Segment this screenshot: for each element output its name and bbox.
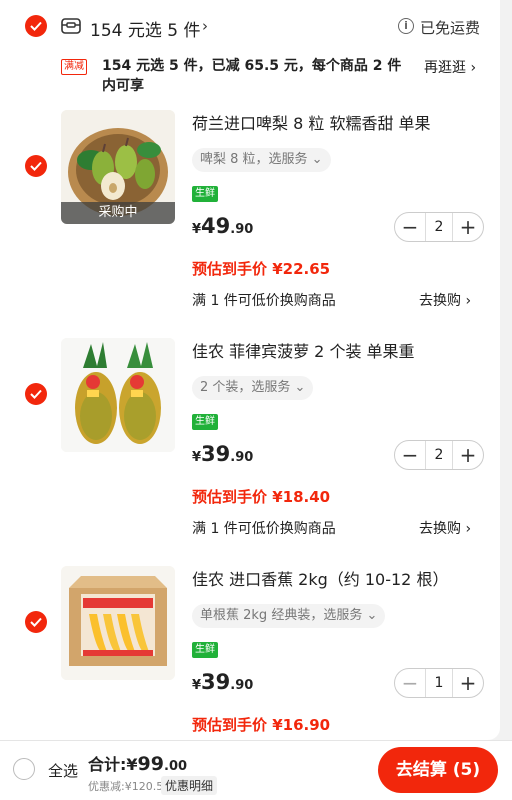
browse-more-link[interactable]: 再逛逛 › bbox=[424, 57, 476, 77]
select-all-checkbox[interactable] bbox=[13, 758, 35, 780]
product-title[interactable]: 荷兰进口啤梨 8 粒 软糯香甜 单果 bbox=[192, 110, 431, 134]
price: ¥49.90 bbox=[192, 214, 253, 238]
product-image-pineapple[interactable] bbox=[61, 338, 175, 452]
check-icon bbox=[30, 389, 42, 399]
checkout-button[interactable]: 去结算 (5) bbox=[378, 747, 498, 793]
quantity-stepper: − 1 + bbox=[394, 668, 484, 698]
product-title[interactable]: 佳农 菲律宾菠萝 2 个装 单果重 bbox=[192, 338, 415, 362]
total-symbol: ¥ bbox=[126, 755, 138, 774]
quantity-value[interactable]: 2 bbox=[425, 441, 453, 469]
plus-button[interactable]: + bbox=[453, 213, 483, 241]
price-symbol: ¥ bbox=[192, 222, 202, 237]
pineapple-image bbox=[61, 338, 175, 452]
price-integer: 39 bbox=[201, 670, 231, 694]
estimated-price: 预估到手价 ¥16.90 bbox=[192, 716, 331, 734]
purchasing-badge: 采购中 bbox=[61, 202, 175, 224]
estimated-price: 预估到手价 ¥18.40 bbox=[192, 488, 331, 506]
price: ¥39.90 bbox=[192, 670, 253, 694]
promo-tag: 满减 bbox=[61, 59, 87, 75]
price-decimal: .90 bbox=[230, 222, 254, 237]
quantity-stepper: − 2 + bbox=[394, 440, 484, 470]
quantity-value[interactable]: 1 bbox=[425, 669, 453, 697]
quantity-value[interactable]: 2 bbox=[425, 213, 453, 241]
promo-text: 154 元选 5 件，已减 65.5 元，每个商品 2 件内可享 bbox=[102, 58, 402, 94]
total-decimal: .00 bbox=[164, 759, 188, 774]
fresh-tag: 生鲜 bbox=[192, 414, 218, 430]
cart-item-pear: 采购中 荷兰进口啤梨 8 粒 软糯香甜 单果 啤梨 8 粒，选服务 ⌄ 生鲜 ¥… bbox=[0, 110, 500, 338]
select-all-label[interactable]: 全选 bbox=[48, 760, 78, 781]
shop-header: 154 元选 5 件 › i 已免运费 bbox=[0, 10, 500, 44]
info-icon[interactable]: i bbox=[398, 18, 414, 34]
minus-button[interactable]: − bbox=[395, 669, 425, 697]
discount-amount: 优惠减:¥120.50 bbox=[88, 780, 171, 793]
minus-button[interactable]: − bbox=[395, 441, 425, 469]
item-checkbox[interactable] bbox=[25, 155, 47, 177]
total-price: 合计:¥99.00 bbox=[88, 751, 187, 775]
trade-in-link[interactable]: 去换购 › bbox=[419, 290, 471, 310]
price-integer: 39 bbox=[201, 442, 231, 466]
price: ¥39.90 bbox=[192, 442, 253, 466]
cart-item-pineapple: 佳农 菲律宾菠萝 2 个装 单果重 2 个装，选服务 ⌄ 生鲜 ¥39.90 −… bbox=[0, 338, 500, 566]
spec-selector[interactable]: 啤梨 8 粒，选服务 ⌄ bbox=[192, 148, 331, 172]
discount-detail-button[interactable]: 优惠明细 bbox=[161, 776, 218, 795]
plus-button[interactable]: + bbox=[453, 669, 483, 697]
check-icon bbox=[30, 21, 42, 31]
banana-image bbox=[61, 566, 175, 680]
chevron-right-icon[interactable]: › bbox=[202, 17, 208, 35]
price-symbol: ¥ bbox=[192, 678, 202, 693]
trade-in-text: 满 1 件可低价换购商品 bbox=[192, 293, 336, 309]
spec-selector[interactable]: 2 个装，选服务 ⌄ bbox=[192, 376, 314, 400]
total-integer: 99 bbox=[137, 753, 164, 775]
cart-card: 154 元选 5 件 › i 已免运费 满减 154 元选 5 件，已减 65.… bbox=[0, 0, 500, 740]
shop-checkbox[interactable] bbox=[25, 15, 47, 37]
item-checkbox[interactable] bbox=[25, 383, 47, 405]
price-symbol: ¥ bbox=[192, 450, 202, 465]
product-image-pear[interactable]: 采购中 bbox=[61, 110, 175, 224]
fresh-tag: 生鲜 bbox=[192, 186, 218, 202]
shop-title[interactable]: 154 元选 5 件 bbox=[90, 16, 200, 41]
product-title[interactable]: 佳农 进口香蕉 2kg（约 10-12 根） bbox=[192, 566, 448, 590]
price-integer: 49 bbox=[201, 214, 231, 238]
checkout-bar: 全选 合计:¥99.00 优惠减:¥120.50 优惠明细 去结算 (5) bbox=[0, 740, 512, 800]
check-icon bbox=[30, 161, 42, 171]
total-label: 合计: bbox=[88, 755, 127, 774]
quantity-stepper: − 2 + bbox=[394, 212, 484, 242]
store-icon bbox=[61, 18, 81, 34]
free-shipping-label: 已免运费 bbox=[420, 19, 481, 37]
minus-button[interactable]: − bbox=[395, 213, 425, 241]
item-checkbox[interactable] bbox=[25, 611, 47, 633]
check-icon bbox=[30, 617, 42, 627]
fresh-tag: 生鲜 bbox=[192, 642, 218, 658]
price-decimal: .90 bbox=[230, 450, 254, 465]
trade-in-text: 满 1 件可低价换购商品 bbox=[192, 521, 336, 537]
estimated-price: 预估到手价 ¥22.65 bbox=[192, 260, 331, 278]
product-image-banana[interactable] bbox=[61, 566, 175, 680]
price-decimal: .90 bbox=[230, 678, 254, 693]
trade-in-link[interactable]: 去换购 › bbox=[419, 518, 471, 538]
spec-selector[interactable]: 单根蕉 2kg 经典装，选服务 ⌄ bbox=[192, 604, 386, 628]
plus-button[interactable]: + bbox=[453, 441, 483, 469]
